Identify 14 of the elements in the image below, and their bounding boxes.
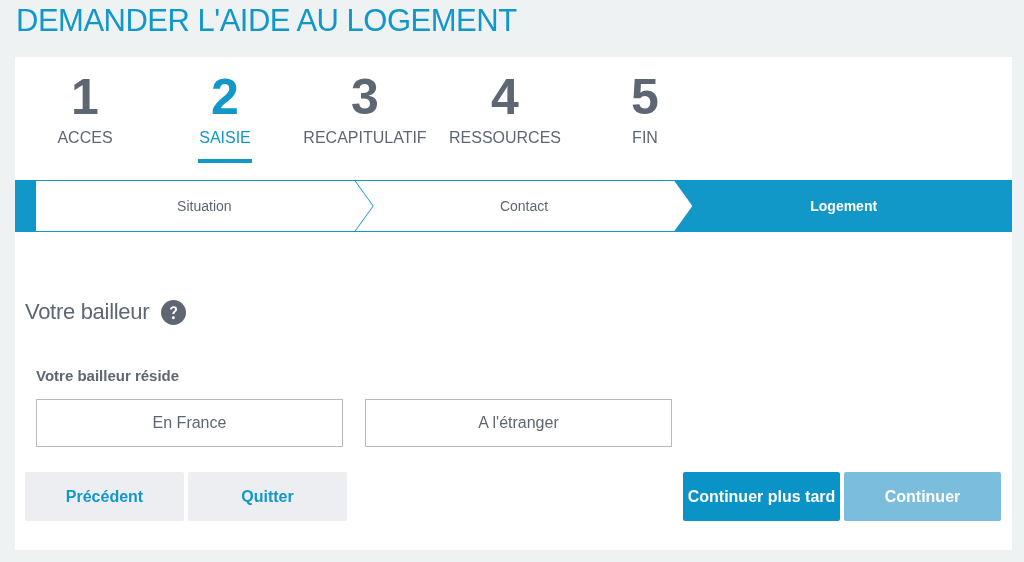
step-tab[interactable]: 5 FIN	[575, 71, 715, 180]
continue-later-button[interactable]: Continuer plus tard	[683, 472, 840, 521]
step-tab[interactable]: 4 RESSOURCES	[435, 71, 575, 180]
substep-tab[interactable]: Contact	[355, 181, 693, 231]
step-tab[interactable]: 2 SAISIE	[155, 71, 295, 180]
question-label: Votre bailleur réside	[35, 366, 181, 384]
choice-button[interactable]: A l'étranger	[365, 399, 672, 447]
page-title: DEMANDER L'AIDE AU LOGEMENT	[15, 2, 518, 40]
choice-button[interactable]: En France	[36, 399, 343, 447]
step-tab[interactable]: 1 ACCES	[15, 71, 155, 180]
help-icon[interactable]	[161, 299, 187, 325]
section-title: Votre bailleur	[25, 299, 150, 325]
step-tab[interactable]: 3 RECAPITULATIF	[295, 71, 435, 180]
substep-tab[interactable]: Situation	[36, 181, 373, 231]
